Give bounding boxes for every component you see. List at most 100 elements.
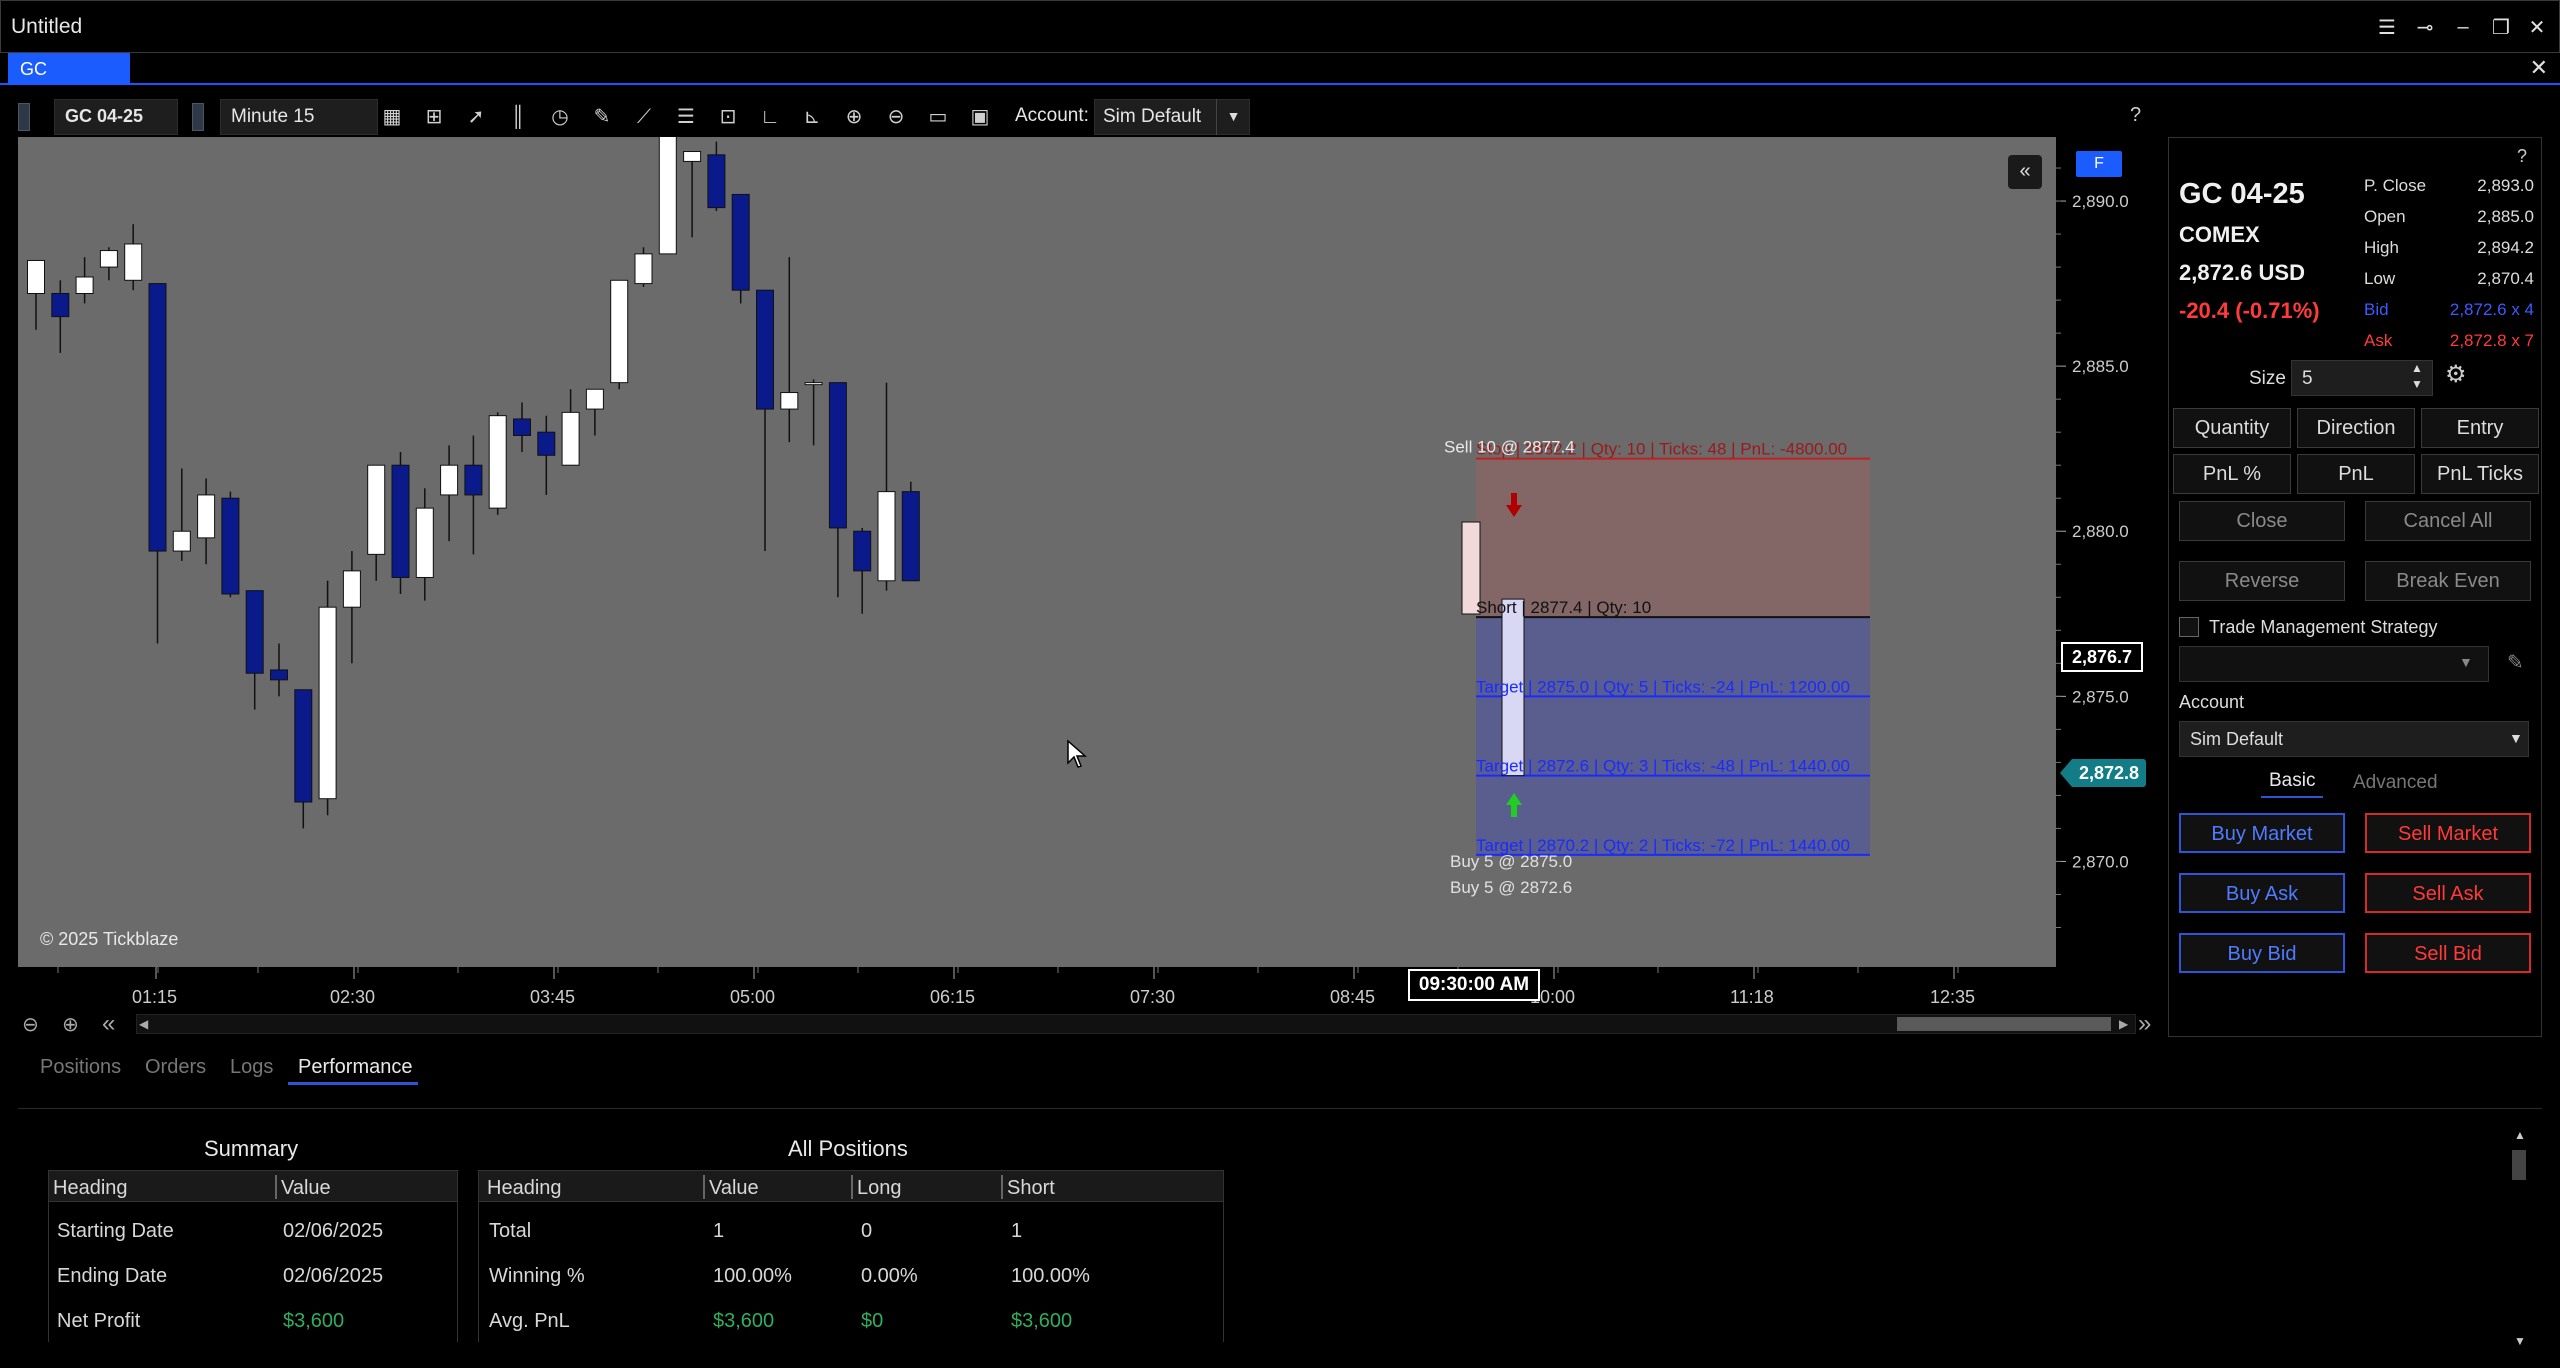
table-cell: 02/06/2025 [283,1220,384,1242]
scroll-right-icon[interactable]: ▶ [2119,1017,2128,1031]
account-select[interactable]: Sim Default [2179,721,2529,757]
buy-market-button[interactable]: Buy Market [2179,813,2345,853]
buy-ask-button[interactable]: Buy Ask [2179,873,2345,913]
summary-body: Starting Date 02/06/2025 Ending Date 02/… [48,1202,458,1342]
axis-scale-icon[interactable]: ⊾ [798,103,826,131]
chevron-down-icon[interactable]: ▼ [2459,654,2473,670]
scroll-track[interactable]: ◀ ▶ [136,1014,2136,1034]
drag-handle-icon[interactable] [192,103,204,131]
sell-market-button[interactable]: Sell Market [2365,813,2531,853]
scroll-to-end-icon[interactable]: » [2138,1010,2151,1038]
risk-zone [1476,458,1870,618]
table-cell: Winning % [489,1265,585,1287]
exchange-label: COMEX [2179,222,2260,247]
tab-positions[interactable]: Positions [40,1056,121,1079]
tab-performance[interactable]: Performance [298,1056,413,1079]
stat-value: 2,872.6 x 4 [2449,300,2534,319]
mode-direction-button[interactable]: Direction [2297,408,2415,448]
menu-icon[interactable]: ☰ [2373,13,2401,41]
candle-body [342,570,361,608]
zoom-out-icon[interactable]: ⊖ [22,1012,39,1037]
break-even-button[interactable]: Break Even [2365,561,2531,601]
candle-body [658,137,677,255]
scroll-up-icon[interactable]: ▲ [2514,1128,2526,1142]
tms-checkbox[interactable] [2179,617,2199,637]
table-cell: $0 [861,1310,884,1332]
price-axis[interactable]: 2,890.0 2,885.0 2,880.0 2,875.0 2,870.0 F 2,… [2056,137,2166,967]
mode-entry-button[interactable]: Entry [2421,408,2539,448]
edit-icon[interactable]: ✎ [2507,650,2524,675]
crosshair-price-label: 2,876.7 [2061,642,2143,672]
chart-layout-icon[interactable]: ▦ [378,103,406,131]
vertical-scroll-bar[interactable]: ▲ ▼ [2508,1128,2532,1350]
stat-label: Low [2364,269,2396,288]
save-icon[interactable]: ▣ [966,103,994,131]
zoom-in-icon[interactable]: ⊕ [840,103,868,131]
mode-pnl-ticks-button[interactable]: PnL Ticks [2421,454,2539,494]
time-tick-label: 03:45 [530,987,575,1007]
zoom-in-icon[interactable]: ⊕ [62,1012,79,1037]
gear-icon[interactable]: ⚙ [2445,360,2467,389]
tab-basic[interactable]: Basic [2261,770,2324,798]
chart-scroll-bar[interactable]: ⊖ ⊕ « ◀ ▶ » [18,1010,2166,1040]
f-badge[interactable]: F [2076,151,2122,177]
mode-pnl-button[interactable]: PnL [2297,454,2415,494]
scroll-thumb[interactable] [1897,1017,2111,1031]
drag-handle-icon[interactable] [18,103,30,131]
tab-orders[interactable]: Orders [145,1056,206,1079]
reverse-button[interactable]: Reverse [2179,561,2345,601]
scroll-left-icon[interactable]: ◀ [139,1017,148,1031]
chevron-down-icon[interactable]: ▼ [2509,730,2523,746]
sell-ask-button[interactable]: Sell Ask [2365,873,2531,913]
tab-logs[interactable]: Logs [230,1056,273,1079]
restore-icon[interactable]: ❐ [2487,13,2515,41]
list-icon[interactable]: ☰ [672,103,700,131]
mode-quantity-button[interactable]: Quantity [2173,408,2291,448]
table-cell: Avg. PnL [489,1310,570,1332]
stat-label: Bid [2364,300,2389,319]
target-order-label: Target | 2875.0 | Qty: 5 | Ticks: -24 | … [1476,677,1850,696]
tms-select[interactable] [2179,646,2489,682]
clock-icon[interactable]: ◷ [546,103,574,131]
close-tab-icon[interactable]: ✕ [2530,55,2548,81]
tab-advanced[interactable]: Advanced [2353,772,2438,794]
double-chevron-left-icon[interactable]: « [2008,155,2042,189]
time-tick-label: 12:35 [1930,987,1975,1007]
candle-body [828,382,847,529]
price-chart[interactable]: Stop | 2882.2 | Qty: 10 | Ticks: 48 | Pn… [18,137,2056,967]
help-icon[interactable]: ? [2130,104,2141,127]
cancel-all-button[interactable]: Cancel All [2365,501,2531,541]
pointer-icon[interactable]: ➚ [462,103,490,131]
stat-value: 2,894.2 [2477,238,2534,257]
folder-icon[interactable]: ▭ [924,103,952,131]
close-icon[interactable]: ✕ [2523,13,2551,41]
candle-body [172,530,191,552]
bar-style-icon[interactable]: ║ [504,103,532,131]
stepper-icon[interactable]: ▲ ▼ [2411,360,2423,392]
tab-gc[interactable]: GC [8,53,130,85]
mode-pnl-percent-button[interactable]: PnL % [2173,454,2291,494]
time-tick-label: 08:45 [1330,987,1375,1007]
chevron-down-icon[interactable]: ▼ [1216,99,1250,135]
sell-bid-button[interactable]: Sell Bid [2365,933,2531,973]
zoom-out-icon[interactable]: ⊖ [882,103,910,131]
interval-selector[interactable]: Minute 15 [220,99,378,135]
copyright-text: © 2025 Tickblaze [40,929,179,949]
table-cell: Ending Date [57,1265,168,1287]
help-icon[interactable]: ? [2517,146,2527,167]
scroll-down-icon[interactable]: ▼ [2514,1334,2526,1348]
candle-body [853,530,872,572]
line-tool-icon[interactable]: ⟋ [630,103,658,131]
scroll-thumb[interactable] [2512,1150,2526,1180]
pin-icon[interactable]: ⊸ [2411,13,2439,41]
table-cell: 0.00% [861,1265,918,1287]
search-list-icon[interactable]: ⊡ [714,103,742,131]
scroll-to-start-icon[interactable]: « [102,1010,115,1038]
close-button[interactable]: Close [2179,501,2345,541]
axis-icon[interactable]: ∟ [756,103,784,131]
minimize-icon[interactable]: – [2449,13,2477,41]
pencil-icon[interactable]: ✎ [588,103,616,131]
indicators-icon[interactable]: ⊞ [420,103,448,131]
buy-bid-button[interactable]: Buy Bid [2179,933,2345,973]
instrument-selector[interactable]: GC 04-25 [54,99,178,135]
